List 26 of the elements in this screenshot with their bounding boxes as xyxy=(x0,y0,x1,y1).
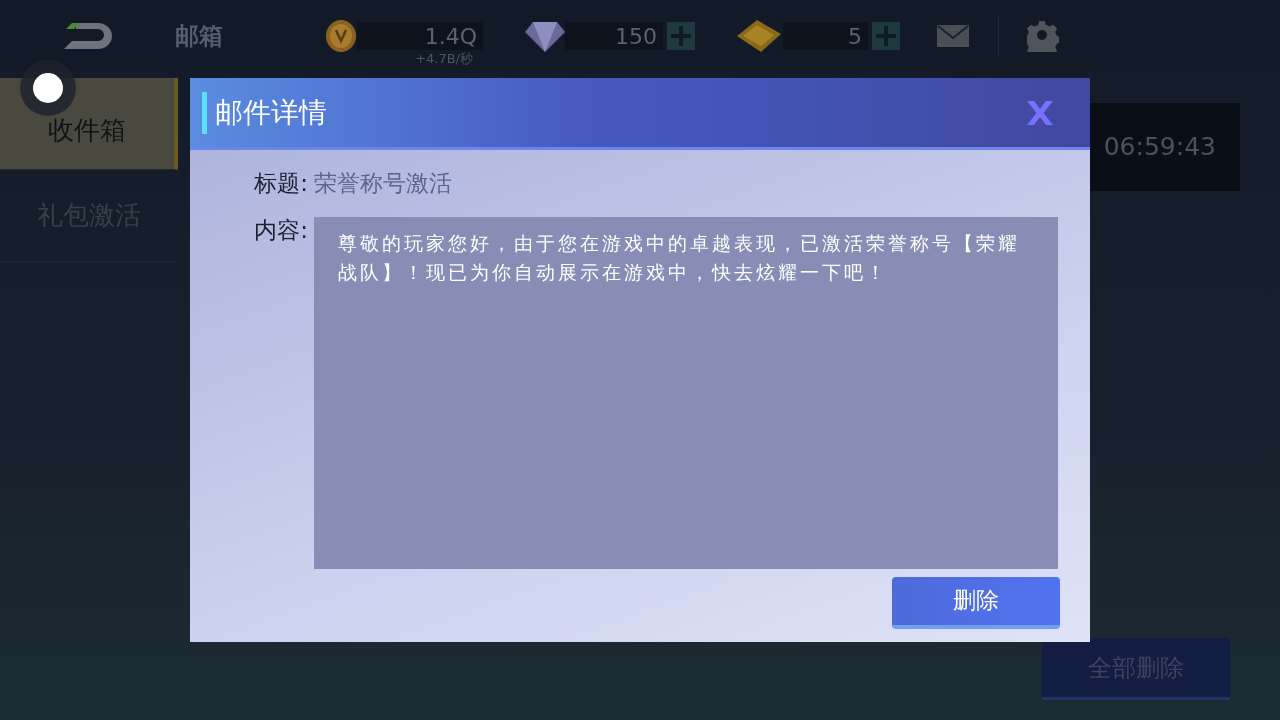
coin-icon xyxy=(325,19,357,53)
add-button[interactable] xyxy=(667,22,695,50)
mail-subject: 荣誉称号激活 xyxy=(314,169,452,198)
diamond-icon xyxy=(525,20,565,52)
mail-content: 尊敬的玩家您好，由于您在游戏中的卓越表现，已激活荣誉称号【荣耀战队】！现已为你自动展示在游戏中，快去炫耀一下吧！ xyxy=(338,231,1020,283)
add-button[interactable] xyxy=(872,22,900,50)
plus-icon xyxy=(876,26,896,46)
page-title: 邮箱 xyxy=(175,21,224,52)
dialog-title: 邮件详情 xyxy=(215,94,327,131)
sidebar-tab[interactable]: 收件箱 xyxy=(0,78,178,170)
income-rate: +4.7B/秒 xyxy=(415,50,473,68)
field-label: 内容: xyxy=(253,215,309,245)
delete-button[interactable]: 删除 xyxy=(892,576,1060,629)
currency-amount: 150 xyxy=(615,22,657,51)
accent-bar xyxy=(202,91,207,134)
settings-icon xyxy=(1027,20,1059,52)
currency-amount: 5 xyxy=(848,22,862,51)
close-icon xyxy=(1026,99,1054,126)
mail-button[interactable] xyxy=(936,24,970,48)
plus-icon xyxy=(671,26,691,46)
mail-icon xyxy=(936,24,970,48)
field-label: 标题: xyxy=(253,169,309,198)
ticket-icon xyxy=(735,18,783,54)
currency-amount: 1.4Q xyxy=(424,22,477,51)
settings-button[interactable] xyxy=(1027,20,1059,52)
countdown-timer: 06:59:43 xyxy=(1090,103,1240,191)
